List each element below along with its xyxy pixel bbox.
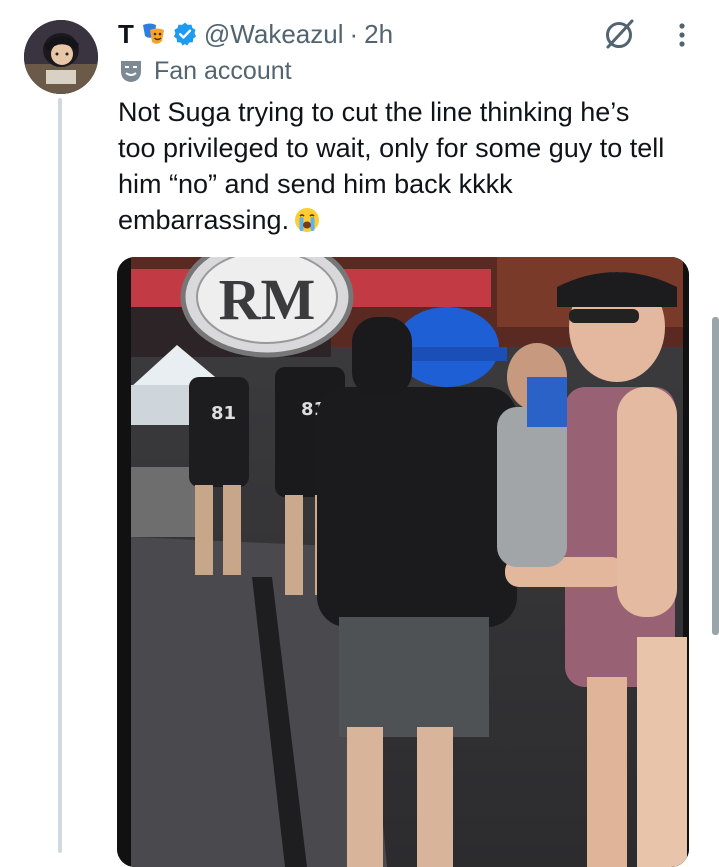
fan-account-label: Fan account xyxy=(154,56,292,85)
scrollbar-thumb[interactable] xyxy=(712,317,719,635)
verified-badge-icon[interactable] xyxy=(172,21,198,47)
tweet-video[interactable]: 81 81 RM xyxy=(117,257,689,867)
theater-mask-icon xyxy=(121,61,141,82)
tweet-text-line-1: Not Suga trying to cut the line thinking… xyxy=(118,97,630,127)
tweet-text-line-2: too privileged to wait, only for some gu… xyxy=(118,133,665,163)
rm-logo-text: RM xyxy=(219,267,316,332)
jersey-number-1: 81 xyxy=(211,403,236,424)
tweet-text: Not Suga trying to cut the line thinking… xyxy=(118,94,708,238)
more-options-icon[interactable] xyxy=(670,20,694,50)
tweet-text-line-3: him “no” and send him back kkkk xyxy=(118,169,513,199)
display-name[interactable]: T xyxy=(118,19,134,50)
thread-line xyxy=(58,98,62,853)
grok-icon[interactable] xyxy=(603,17,637,51)
timestamp[interactable]: 2h xyxy=(364,19,393,50)
theater-masks-emoji-icon xyxy=(142,23,164,44)
video-frame: 81 81 RM xyxy=(117,257,689,867)
tweet-text-line-4: embarrassing. xyxy=(118,205,290,235)
avatar[interactable] xyxy=(24,20,98,94)
fan-account-label-row: Fan account xyxy=(118,54,292,88)
separator-dot: · xyxy=(349,18,359,49)
loudly-crying-face-emoji-icon xyxy=(295,208,320,232)
avatar-image xyxy=(24,20,98,94)
tweet-header: T @Wakeazul · 2h xyxy=(118,14,393,54)
user-handle[interactable]: @Wakeazul xyxy=(204,19,344,50)
